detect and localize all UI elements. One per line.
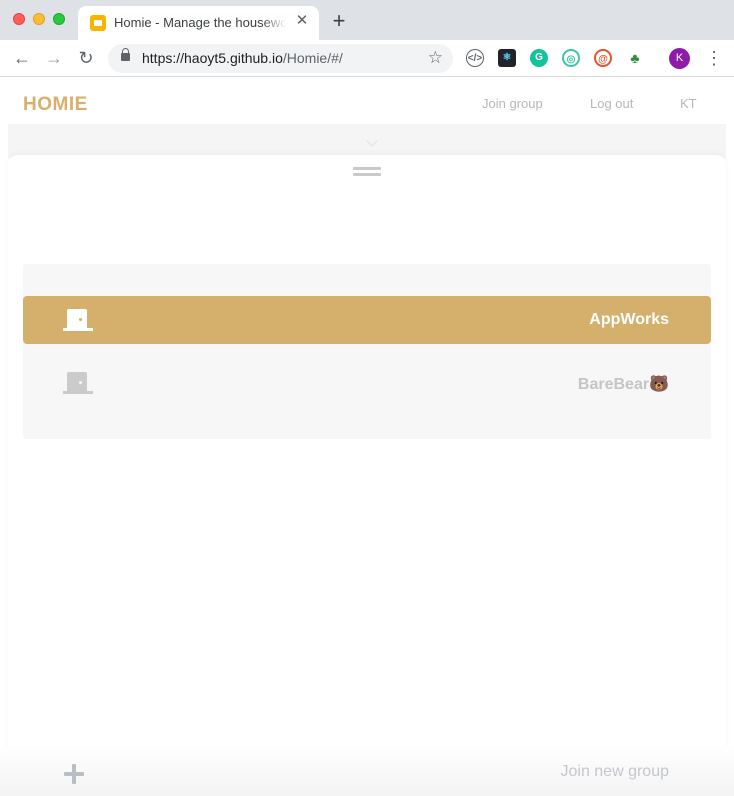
close-window-button[interactable] xyxy=(13,13,25,25)
chevron-down-icon[interactable] xyxy=(366,135,378,147)
minimize-window-button[interactable] xyxy=(33,13,45,25)
close-tab-icon[interactable]: ✕ xyxy=(294,13,310,29)
url-text: https://haoyt5.github.io/Homie/#/ xyxy=(142,50,343,66)
extension-leaf-icon[interactable]: ♣ xyxy=(626,49,644,67)
extension-target-icon[interactable]: ◎ xyxy=(562,49,580,67)
homie-favicon-icon xyxy=(90,15,106,31)
join-group-link[interactable]: Join group xyxy=(482,96,543,111)
group-item-barebear[interactable]: BareBear🐻 xyxy=(23,359,711,407)
drag-handle-icon[interactable] xyxy=(353,167,381,176)
group-name: BareBear🐻 xyxy=(577,376,669,393)
react-devtools-icon[interactable]: ⚛ xyxy=(498,49,516,67)
drawer-collapse-area[interactable] xyxy=(8,124,726,158)
user-initials-link[interactable]: KT xyxy=(680,96,697,111)
browser-tab-bar: Homie - Manage the housework ✕ + xyxy=(0,0,734,40)
browser-menu-icon[interactable]: ⋮ xyxy=(705,48,723,68)
url-path: /Homie/#/ xyxy=(282,50,343,66)
new-tab-button[interactable]: + xyxy=(329,10,349,32)
extension-swirl-icon[interactable]: @ xyxy=(594,49,612,67)
profile-avatar[interactable]: K xyxy=(669,48,690,69)
group-item-appworks[interactable]: AppWorks xyxy=(23,296,711,344)
browser-toolbar: ← → ↻ https://haoyt5.github.io/Homie/#/ … xyxy=(0,40,734,77)
address-bar[interactable]: https://haoyt5.github.io/Homie/#/ ☆ xyxy=(108,44,453,73)
homie-logo[interactable]: HOMIE xyxy=(23,94,88,116)
group-drawer: AppWorks BareBear🐻 xyxy=(8,155,726,796)
browser-tab[interactable]: Homie - Manage the housework ✕ xyxy=(78,6,319,40)
url-host: https://haoyt5.github.io xyxy=(142,50,283,66)
group-name: AppWorks xyxy=(589,311,669,328)
lock-icon xyxy=(121,48,130,61)
join-new-group-button[interactable]: Join new group xyxy=(560,763,669,781)
back-button[interactable]: ← xyxy=(12,48,32,68)
maximize-window-button[interactable] xyxy=(53,13,65,25)
log-out-link[interactable]: Log out xyxy=(590,96,633,111)
forward-button[interactable]: → xyxy=(44,48,64,68)
bookmark-star-icon[interactable]: ☆ xyxy=(428,48,443,68)
app-header: HOMIE Join group Log out KT xyxy=(0,78,734,124)
grammarly-icon[interactable]: G xyxy=(530,49,548,67)
bottom-action-bar: Join new group xyxy=(0,746,734,796)
tab-title: Homie - Manage the housework xyxy=(114,15,286,30)
door-icon xyxy=(63,309,93,331)
plus-icon[interactable] xyxy=(64,764,84,784)
code-extension-icon[interactable]: </> xyxy=(466,49,484,67)
reload-button[interactable]: ↻ xyxy=(76,48,96,68)
door-icon xyxy=(63,372,93,394)
groups-list: AppWorks BareBear🐻 xyxy=(23,264,711,439)
